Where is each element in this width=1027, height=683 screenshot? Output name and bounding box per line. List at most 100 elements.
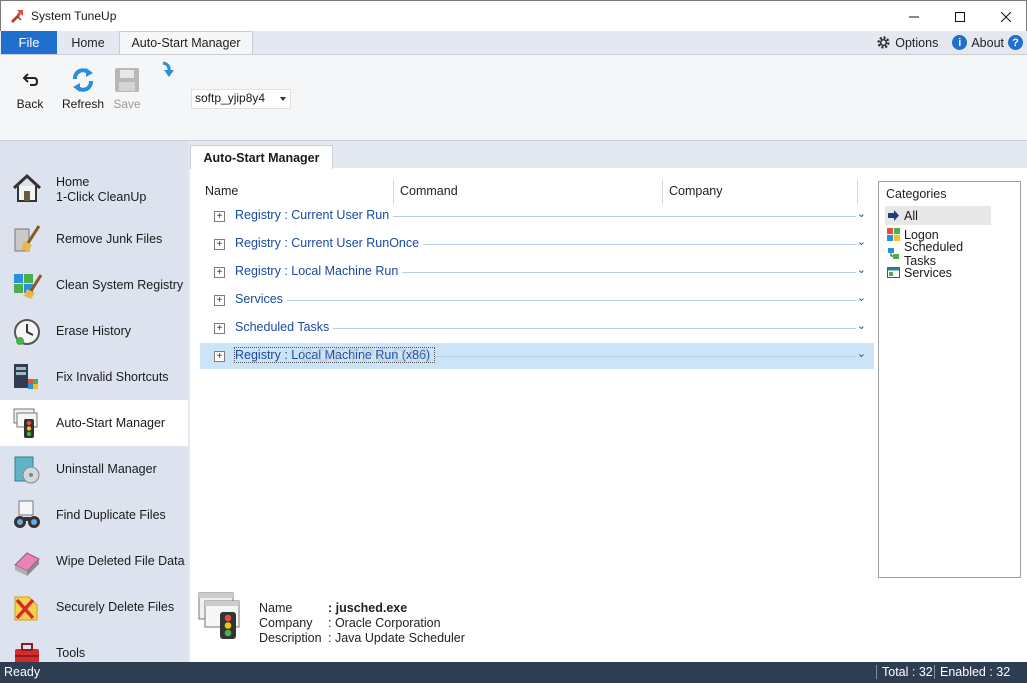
sidebar-item-remove-junk-files[interactable]: Remove Junk Files — [0, 216, 188, 262]
sidebar-item-uninstall-manager[interactable]: Uninstall Manager — [0, 446, 188, 492]
expand-icon[interactable]: + — [214, 211, 225, 222]
expand-icon[interactable]: + — [214, 267, 225, 278]
shortcut-icon — [14, 364, 38, 389]
ribbon-right-links: Options i About ? — [876, 33, 1023, 52]
close-button[interactable] — [983, 1, 1027, 32]
save-disk-icon — [115, 68, 139, 92]
group-title: Registry : Local Machine Run — [235, 264, 403, 278]
clock-icon — [14, 319, 40, 345]
sidebar-item-tools[interactable]: Tools — [0, 630, 188, 662]
chevron-down-icon[interactable]: ⌄ — [857, 291, 866, 304]
sidebar-item-label: Uninstall Manager — [56, 462, 157, 476]
expand-icon[interactable]: + — [214, 239, 225, 250]
sidebar-item-erase-history[interactable]: Erase History — [0, 308, 188, 354]
group-row[interactable]: + Registry : Local Machine Run ⌄ — [200, 259, 874, 285]
group-title: Registry : Current User RunOnce — [235, 236, 424, 250]
expand-icon[interactable]: + — [214, 351, 225, 362]
content-tab-auto-start-manager[interactable]: Auto-Start Manager — [190, 145, 333, 169]
ribbon-tab-strip: File Home Auto-Start Manager Options i A… — [0, 31, 1027, 54]
back-label: Back — [16, 97, 44, 111]
registry-icon — [14, 274, 43, 299]
group-row[interactable]: + Registry : Current User RunOnce ⌄ — [200, 231, 874, 257]
sidebar-item-label: Clean System Registry — [56, 278, 184, 292]
sidebar-item-label: Auto-Start Manager — [56, 416, 166, 430]
gear-icon[interactable] — [876, 35, 891, 50]
category-label: Services — [904, 265, 952, 280]
maximize-icon — [955, 11, 965, 22]
back-button[interactable]: Back — [7, 63, 53, 111]
expand-icon[interactable]: + — [214, 323, 225, 334]
categories-header: Categories — [886, 187, 947, 201]
chevron-down-icon[interactable]: ⌄ — [857, 319, 866, 332]
category-item-all[interactable]: All — [885, 206, 991, 225]
chevron-down-icon[interactable]: ⌄ — [857, 347, 866, 360]
column-divider[interactable] — [662, 180, 663, 204]
info-icon[interactable]: i — [952, 35, 968, 50]
minimize-icon — [909, 16, 919, 17]
sidebar-item-label: Remove Junk Files — [56, 232, 163, 246]
detail-description-label: Description — [259, 631, 322, 645]
column-header-name[interactable]: Name — [205, 184, 238, 198]
group-row[interactable]: + Scheduled Tasks ⌄ — [200, 315, 874, 341]
help-icon[interactable]: ? — [1008, 35, 1023, 50]
chevron-down-icon[interactable]: ⌄ — [857, 263, 866, 276]
category-item-services[interactable]: Services — [885, 263, 991, 282]
group-title: Services — [235, 292, 287, 306]
traffic-light-icon — [13, 408, 38, 438]
broom-icon — [14, 225, 41, 252]
scheduled-tasks-icon — [887, 247, 900, 260]
group-row[interactable]: + Services ⌄ — [200, 287, 874, 313]
watermark: SOFTPEDIA — [300, 345, 433, 367]
dropdown-caret-icon — [280, 97, 286, 101]
sidebar-item-auto-start-manager[interactable]: Auto-Start Manager — [0, 400, 188, 446]
sidebar-item-label: Wipe Deleted File Data — [56, 554, 185, 568]
detail-name-value: : jusched.exe — [328, 601, 408, 615]
category-label: All — [904, 208, 918, 223]
sidebar-item-find-duplicate-files[interactable]: Find Duplicate Files — [0, 492, 188, 538]
refresh-button[interactable]: Refresh — [60, 63, 106, 111]
profile-dropdown[interactable]: softp_yjip8y4 — [191, 89, 291, 109]
sidebar: Home 1-Click CleanUp Remove Junk Files C… — [0, 141, 188, 662]
column-divider[interactable] — [857, 180, 858, 204]
group-title: Scheduled Tasks — [235, 320, 334, 334]
detail-description-value: : Java Update Scheduler — [328, 631, 465, 645]
column-header-command[interactable]: Command — [400, 184, 458, 198]
app-logo-icon — [11, 10, 23, 23]
save-button[interactable]: Save — [104, 63, 150, 111]
sidebar-item-fix-invalid-shortcuts[interactable]: Fix Invalid Shortcuts — [0, 354, 188, 400]
group-divider-line — [235, 300, 856, 301]
options-link[interactable]: Options — [895, 36, 938, 50]
profile-dropdown-value: softp_yjip8y4 — [195, 91, 266, 105]
category-item-scheduled-tasks[interactable]: Scheduled Tasks — [885, 240, 991, 268]
group-row[interactable]: + Registry : Current User Run ⌄ — [200, 203, 874, 229]
column-header-company[interactable]: Company — [669, 184, 723, 198]
arrow-right-icon — [887, 209, 900, 222]
column-divider[interactable] — [393, 180, 394, 204]
sidebar-item-wipe-deleted-file-data[interactable]: Wipe Deleted File Data — [0, 538, 188, 584]
sidebar-item-label: Securely Delete Files — [56, 600, 175, 614]
sidebar-item-clean-system-registry[interactable]: Clean System Registry — [0, 262, 188, 308]
tab-home[interactable]: Home — [58, 31, 118, 54]
about-link[interactable]: About — [971, 36, 1004, 50]
close-icon — [1001, 11, 1011, 22]
file-menu-tab[interactable]: File — [1, 31, 57, 54]
uninstall-icon — [14, 456, 40, 484]
tab-auto-start-manager[interactable]: Auto-Start Manager — [119, 31, 253, 54]
save-label: Save — [113, 97, 141, 111]
house-icon — [12, 173, 42, 202]
group-title: Registry : Current User Run — [235, 208, 394, 222]
minimize-button[interactable] — [891, 1, 937, 32]
curved-arrow-down-icon — [160, 61, 176, 82]
expand-icon[interactable]: + — [214, 295, 225, 306]
sidebar-item-home[interactable]: Home 1-Click CleanUp — [0, 165, 188, 211]
maximize-button[interactable] — [937, 1, 983, 32]
chevron-down-icon[interactable]: ⌄ — [857, 207, 866, 220]
status-enabled: Enabled : 32 — [934, 665, 1010, 679]
detail-company-value: : Oracle Corporation — [328, 616, 441, 630]
sidebar-item-securely-delete-files[interactable]: Securely Delete Files — [0, 584, 188, 630]
status-total: Total : 32 — [876, 665, 933, 679]
chevron-down-icon[interactable]: ⌄ — [857, 235, 866, 248]
sidebar-item-label: Find Duplicate Files — [56, 508, 166, 522]
back-arrow-icon — [22, 73, 39, 86]
status-bar: Ready Total : 32 Enabled : 32 — [0, 662, 1027, 683]
